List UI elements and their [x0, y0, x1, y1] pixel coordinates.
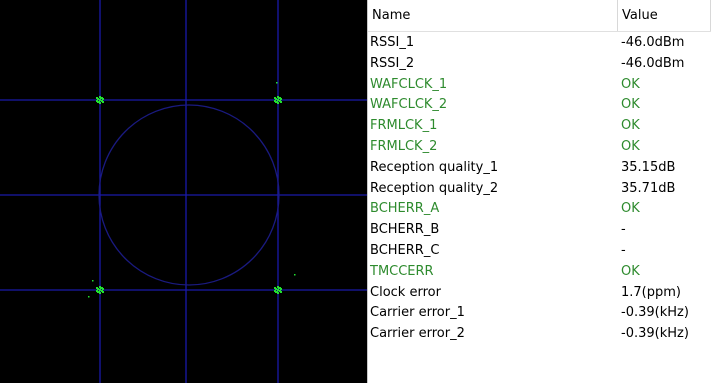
constellation-point [274, 287, 276, 289]
row-value: OK [621, 118, 640, 134]
row-name: BCHERR_A [370, 201, 440, 217]
table-row[interactable]: Clock error 1.7(ppm) [368, 283, 711, 304]
row-name: RSSI_1 [370, 35, 415, 50]
row-value: OK [621, 76, 640, 92]
row-name: BCHERR_C [370, 242, 440, 258]
plot-background [0, 0, 367, 383]
table-row[interactable]: FRMLCK_2 OK [368, 137, 711, 158]
constellation-point [99, 99, 101, 101]
constellation-point [88, 296, 90, 298]
constellation-point [276, 82, 278, 84]
table-body: RSSI_1 -46.0dBm RSSI_2 -46.0dBm WAFCLCK_1 OK W… [368, 33, 711, 345]
row-name: FRMLCK_2 [370, 138, 438, 154]
constellation-point [277, 96, 279, 98]
table-row[interactable]: Carrier error_2 -0.39(kHz) [368, 324, 711, 345]
row-value: OK [621, 138, 640, 154]
table-row[interactable]: RSSI_2 -46.0dBm [368, 54, 711, 75]
constellation-point [97, 101, 99, 103]
constellation-point [99, 96, 101, 98]
row-value: -0.39(kHz) [621, 305, 689, 321]
constellation-point [99, 102, 101, 104]
table-row[interactable]: FRMLCK_1 OK [368, 116, 711, 137]
constellation-point [280, 101, 282, 103]
row-value: OK [621, 97, 640, 113]
table-row[interactable]: BCHERR_A OK [368, 199, 711, 220]
table-row[interactable]: RSSI_1 -46.0dBm [368, 33, 711, 54]
table-row[interactable]: BCHERR_B - [368, 220, 711, 241]
row-value: 35.71dB [621, 180, 676, 196]
constellation-point [277, 102, 279, 104]
row-name: RSSI_2 [370, 55, 415, 71]
table-row[interactable]: WAFCLCK_2 OK [368, 95, 711, 116]
constellation-point [96, 97, 98, 99]
constellation-point [277, 286, 279, 288]
row-name: Clock error [370, 284, 441, 300]
table-header: Name Value [368, 0, 711, 32]
table-row[interactable]: Carrier error_1 -0.39(kHz) [368, 303, 711, 324]
constellation-point [101, 287, 103, 289]
constellation-point [280, 291, 282, 293]
row-name: WAFCLCK_1 [370, 76, 448, 92]
constellation-point [274, 97, 276, 99]
constellation-point [96, 287, 98, 289]
constellation-point [294, 274, 296, 276]
constellation-point [279, 287, 281, 289]
table-row[interactable]: TMCCERR OK [368, 262, 711, 283]
constellation-point [275, 101, 277, 103]
table-row[interactable]: Reception quality_1 35.15dB [368, 158, 711, 179]
table-row[interactable]: WAFCLCK_1 OK [368, 75, 711, 96]
constellation-point [97, 291, 99, 293]
constellation-display [0, 0, 367, 383]
table-row[interactable]: Reception quality_2 35.71dB [368, 179, 711, 200]
row-name: TMCCERR [370, 263, 434, 279]
row-value: 35.15dB [621, 159, 676, 175]
constellation-point [99, 289, 101, 291]
row-name: FRMLCK_1 [370, 118, 438, 134]
row-value: OK [621, 201, 640, 217]
row-name: Carrier error_2 [370, 326, 465, 342]
row-value: -46.0dBm [621, 55, 685, 71]
constellation-point [99, 286, 101, 288]
constellation-point [101, 97, 103, 99]
column-header-name[interactable]: Name [368, 0, 618, 31]
constellation-point [275, 291, 277, 293]
row-value: - [621, 222, 626, 238]
row-name: BCHERR_B [370, 222, 440, 238]
status-table: Name Value RSSI_1 -46.0dBm RSSI_2 -46.0dBm W… [368, 0, 711, 383]
row-name: Carrier error_1 [370, 305, 465, 321]
constellation-point [277, 289, 279, 291]
constellation-point [277, 292, 279, 294]
constellation-point [277, 99, 279, 101]
row-name: Reception quality_1 [370, 159, 499, 175]
constellation-point [102, 291, 104, 293]
row-name: WAFCLCK_2 [370, 97, 448, 113]
column-header-value[interactable]: Value [618, 0, 711, 31]
table-row[interactable]: BCHERR_C - [368, 241, 711, 262]
constellation-point [102, 101, 104, 103]
row-value: -0.39(kHz) [621, 326, 689, 342]
row-name: Reception quality_2 [370, 180, 499, 196]
constellation-point [279, 97, 281, 99]
constellation-point [92, 280, 94, 282]
row-value: 1.7(ppm) [621, 284, 681, 300]
constellation-plot [0, 0, 367, 383]
row-value: -46.0dBm [621, 35, 685, 50]
row-value: OK [621, 263, 640, 279]
constellation-point [99, 292, 101, 294]
row-value: - [621, 242, 626, 258]
